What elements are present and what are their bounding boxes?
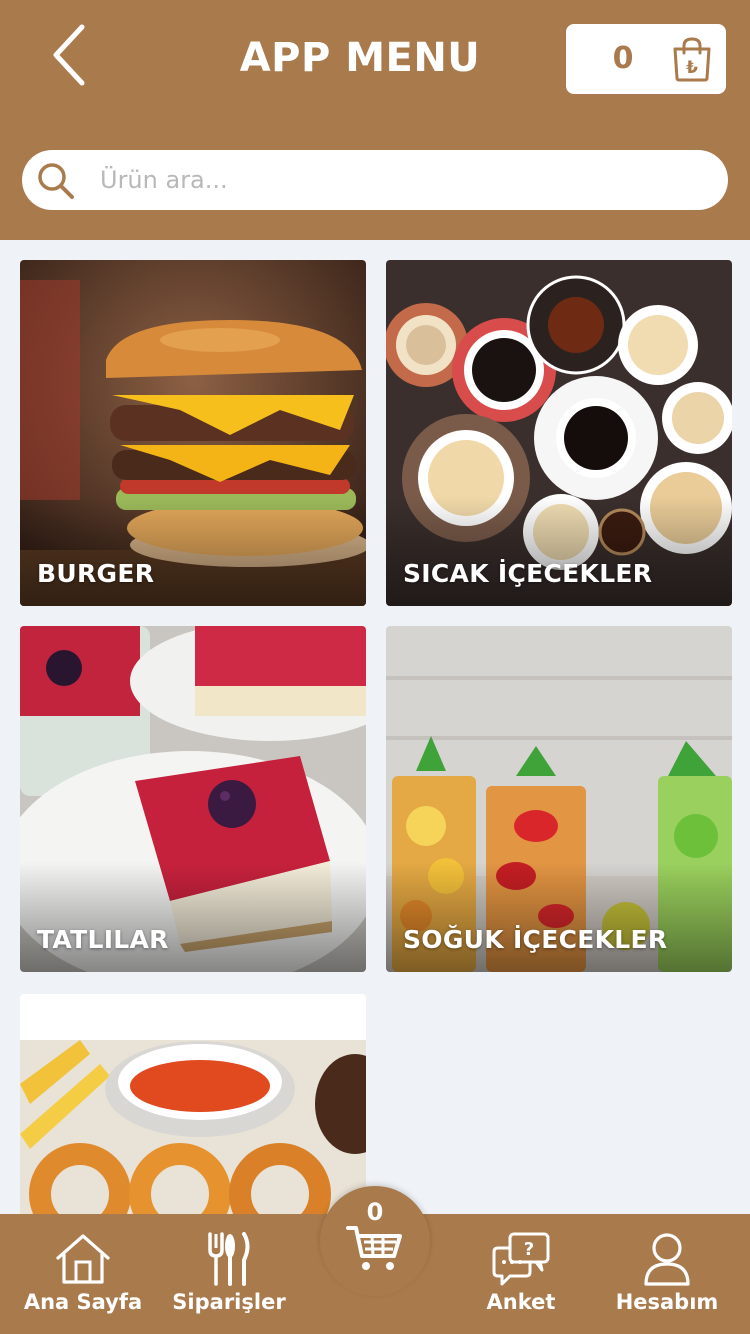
category-tile-hot-drinks[interactable]: SICAK İÇECEKLER (386, 260, 732, 606)
cart-fab-count: 0 (366, 1198, 384, 1226)
svg-text:₺: ₺ (686, 58, 698, 78)
category-label: TATLILAR (37, 925, 169, 954)
nav-orders[interactable]: Siparişler (164, 1214, 294, 1334)
nav-account-label: Hesabım (615, 1290, 719, 1314)
shopping-bag-icon: ₺ (673, 37, 711, 82)
nav-home[interactable]: Ana Sayfa (18, 1214, 148, 1334)
cart-summary-button[interactable]: 0 ₺ (566, 24, 726, 94)
search-bar (22, 150, 728, 210)
cutlery-icon (208, 1232, 250, 1286)
nav-account[interactable]: Hesabım (606, 1214, 728, 1334)
svg-text:?: ? (524, 1239, 534, 1260)
back-button[interactable] (40, 20, 100, 90)
nav-survey-label: Anket (486, 1290, 556, 1314)
user-icon (644, 1233, 690, 1286)
search-input[interactable] (100, 158, 700, 202)
category-tile-burger[interactable]: BURGER (20, 260, 366, 606)
home-icon (56, 1234, 110, 1284)
nav-home-label: Ana Sayfa (23, 1290, 143, 1314)
cart-fab-button[interactable]: 0 (320, 1186, 430, 1296)
category-label: SOĞUK İÇECEKLER (403, 925, 668, 954)
category-tile-desserts[interactable]: TATLILAR (20, 626, 366, 972)
nav-orders-label: Siparişler (172, 1290, 286, 1314)
chat-question-icon: ? (492, 1232, 550, 1286)
category-tile-cold-drinks[interactable]: SOĞUK İÇECEKLER (386, 626, 732, 972)
chevron-left-icon (53, 24, 85, 86)
page-title: APP MENU (239, 35, 481, 81)
search-icon[interactable] (36, 161, 76, 201)
category-label: SICAK İÇECEKLER (403, 559, 653, 588)
category-label: BURGER (37, 559, 155, 588)
app-header: APP MENU 0 ₺ (0, 0, 750, 240)
nav-survey[interactable]: ? Anket (462, 1214, 580, 1334)
cart-count: 0 (612, 41, 634, 76)
shopping-cart-icon (346, 1226, 402, 1270)
